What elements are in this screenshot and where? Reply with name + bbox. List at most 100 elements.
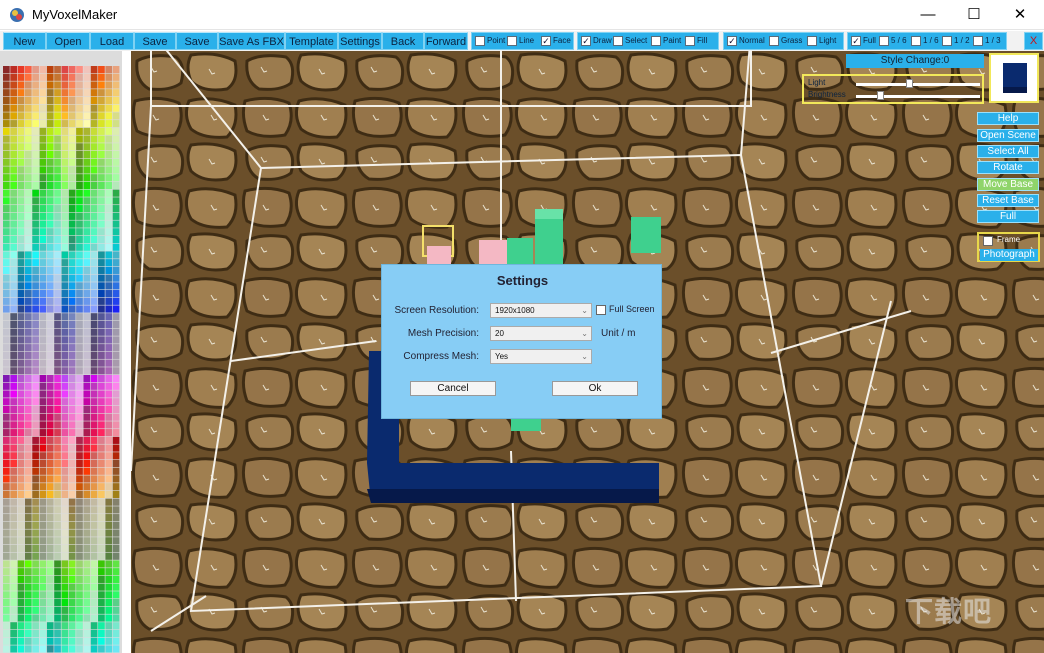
palette-swatch[interactable] (3, 414, 10, 421)
palette-swatch[interactable] (91, 213, 98, 220)
palette-swatch[interactable] (105, 445, 112, 452)
palette-swatch[interactable] (18, 429, 25, 436)
palette-swatch[interactable] (18, 437, 25, 444)
palette-swatch[interactable] (25, 452, 32, 459)
palette-swatch[interactable] (25, 190, 32, 197)
palette-swatch[interactable] (91, 545, 98, 552)
palette-swatch[interactable] (113, 228, 120, 235)
palette-swatch[interactable] (62, 197, 69, 204)
palette-swatch[interactable] (105, 174, 112, 181)
palette-swatch[interactable] (91, 251, 98, 258)
palette-swatch[interactable] (40, 228, 47, 235)
palette-swatch[interactable] (54, 182, 61, 189)
palette-swatch[interactable] (3, 166, 10, 173)
palette-swatch[interactable] (47, 429, 54, 436)
palette-swatch[interactable] (83, 112, 90, 119)
palette-swatch[interactable] (32, 336, 39, 343)
palette-swatch[interactable] (25, 437, 32, 444)
palette-swatch[interactable] (32, 437, 39, 444)
palette-swatch[interactable] (54, 74, 61, 81)
palette-swatch[interactable] (98, 607, 105, 614)
palette-swatch[interactable] (83, 236, 90, 243)
palette-swatch[interactable] (3, 429, 10, 436)
light-checkbox[interactable] (807, 36, 817, 46)
palette-swatch[interactable] (69, 290, 76, 297)
palette-swatch[interactable] (69, 383, 76, 390)
palette-swatch[interactable] (32, 259, 39, 266)
palette-swatch[interactable] (83, 344, 90, 351)
palette-swatch[interactable] (76, 329, 83, 336)
palette-swatch[interactable] (98, 645, 105, 652)
palette-swatch[interactable] (40, 344, 47, 351)
palette-swatch[interactable] (10, 406, 17, 413)
palette-swatch[interactable] (47, 290, 54, 297)
palette-swatch[interactable] (32, 190, 39, 197)
new-button[interactable]: New (3, 32, 46, 50)
palette-swatch[interactable] (54, 81, 61, 88)
palette-swatch[interactable] (91, 506, 98, 513)
palette-swatch[interactable] (76, 275, 83, 282)
palette-swatch[interactable] (76, 483, 83, 490)
palette-swatch[interactable] (105, 321, 112, 328)
palette-swatch[interactable] (3, 437, 10, 444)
palette-swatch[interactable] (10, 645, 17, 652)
palette-swatch[interactable] (32, 421, 39, 428)
palette-swatch[interactable] (105, 437, 112, 444)
palette-swatch[interactable] (69, 174, 76, 181)
palette-swatch[interactable] (18, 414, 25, 421)
palette-swatch[interactable] (62, 483, 69, 490)
palette-swatch[interactable] (113, 275, 120, 282)
palette-swatch[interactable] (113, 367, 120, 374)
palette-swatch[interactable] (32, 298, 39, 305)
palette-swatch[interactable] (113, 360, 120, 367)
palette-swatch[interactable] (40, 329, 47, 336)
palette-swatch[interactable] (3, 352, 10, 359)
palette-swatch[interactable] (47, 97, 54, 104)
light-slider-thumb[interactable] (906, 79, 913, 88)
palette-swatch[interactable] (18, 97, 25, 104)
palette-swatch[interactable] (32, 398, 39, 405)
palette-swatch[interactable] (91, 336, 98, 343)
palette-swatch[interactable] (32, 313, 39, 320)
palette-swatch[interactable] (62, 151, 69, 158)
palette-swatch[interactable] (76, 120, 83, 127)
palette-swatch[interactable] (10, 638, 17, 645)
palette-swatch[interactable] (105, 421, 112, 428)
palette-swatch[interactable] (91, 81, 98, 88)
palette-swatch[interactable] (32, 174, 39, 181)
palette-swatch[interactable] (40, 259, 47, 266)
palette-swatch[interactable] (83, 298, 90, 305)
palette-swatch[interactable] (91, 522, 98, 529)
palette-swatch[interactable] (47, 553, 54, 560)
palette-swatch[interactable] (113, 607, 120, 614)
palette-swatch[interactable] (76, 74, 83, 81)
palette-swatch[interactable] (62, 228, 69, 235)
palette-swatch[interactable] (3, 105, 10, 112)
palette-swatch[interactable] (105, 367, 112, 374)
palette-swatch[interactable] (98, 298, 105, 305)
palette-swatch[interactable] (91, 360, 98, 367)
palette-swatch[interactable] (40, 66, 47, 73)
palette-swatch[interactable] (40, 282, 47, 289)
palette-swatch[interactable] (98, 584, 105, 591)
palette-swatch[interactable] (54, 514, 61, 521)
palette-swatch[interactable] (47, 452, 54, 459)
palette-swatch[interactable] (18, 375, 25, 382)
palette-swatch[interactable] (3, 159, 10, 166)
palette-swatch[interactable] (10, 375, 17, 382)
palette-swatch[interactable] (10, 530, 17, 537)
maximize-button[interactable]: ☐ (951, 0, 997, 30)
palette-swatch[interactable] (105, 267, 112, 274)
palette-swatch[interactable] (10, 159, 17, 166)
paint-checkbox[interactable] (651, 36, 661, 46)
palette-swatch[interactable] (91, 190, 98, 197)
palette-swatch[interactable] (25, 360, 32, 367)
palette-swatch[interactable] (62, 143, 69, 150)
palette-swatch[interactable] (40, 112, 47, 119)
palette-swatch[interactable] (98, 321, 105, 328)
palette-swatch[interactable] (3, 576, 10, 583)
palette-swatch[interactable] (113, 174, 120, 181)
palette-swatch[interactable] (69, 267, 76, 274)
palette-swatch[interactable] (69, 74, 76, 81)
palette-swatch[interactable] (54, 190, 61, 197)
